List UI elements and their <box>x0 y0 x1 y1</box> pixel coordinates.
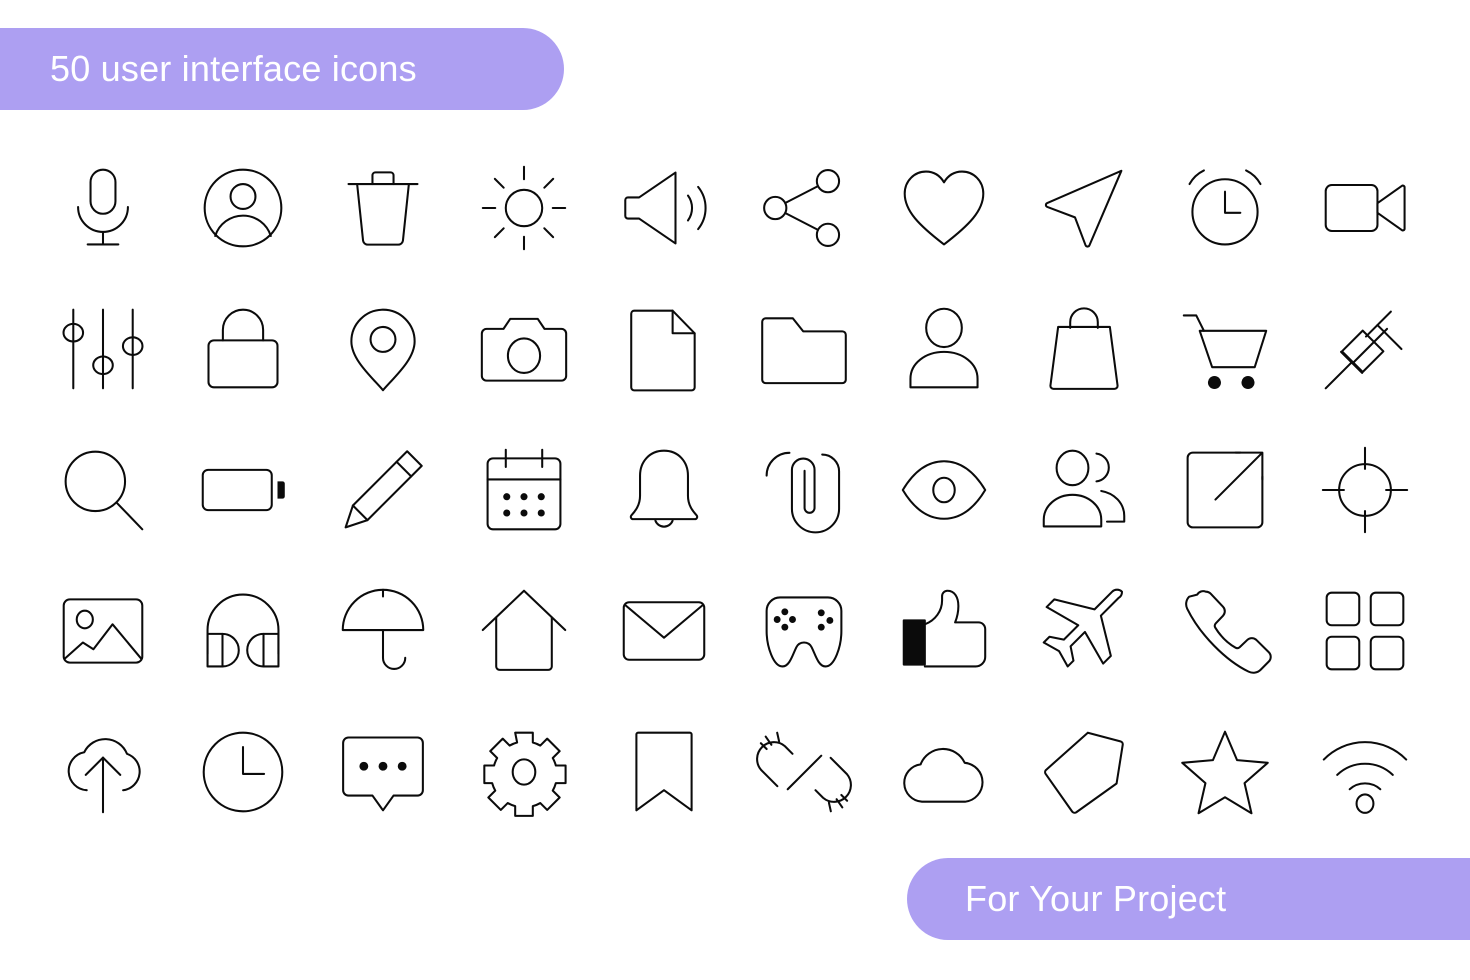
search-icon[interactable] <box>33 420 173 560</box>
headphones-icon[interactable] <box>173 561 313 701</box>
user-icon[interactable] <box>874 279 1014 419</box>
lock-icon[interactable] <box>173 279 313 419</box>
bookmark-icon[interactable] <box>594 702 734 842</box>
icon-grid <box>33 137 1437 842</box>
map-pin-icon[interactable] <box>313 279 453 419</box>
send-icon[interactable] <box>1014 138 1154 278</box>
tag-icon[interactable] <box>1014 702 1154 842</box>
star-icon[interactable] <box>1155 702 1295 842</box>
user-circle-icon[interactable] <box>173 138 313 278</box>
users-group-icon[interactable] <box>1014 420 1154 560</box>
chat-bubble-icon[interactable] <box>313 702 453 842</box>
header-banner-label: 50 user interface icons <box>50 48 417 89</box>
footer-banner: For Your Project <box>907 858 1470 940</box>
heart-icon[interactable] <box>874 138 1014 278</box>
cloud-upload-icon[interactable] <box>33 702 173 842</box>
phone-icon[interactable] <box>1155 561 1295 701</box>
file-icon[interactable] <box>594 279 734 419</box>
header-banner: 50 user interface icons <box>0 28 564 110</box>
eye-icon[interactable] <box>874 420 1014 560</box>
video-camera-icon[interactable] <box>1295 138 1435 278</box>
home-icon[interactable] <box>454 561 594 701</box>
clock-icon[interactable] <box>173 702 313 842</box>
calendar-icon[interactable] <box>454 420 594 560</box>
wifi-icon[interactable] <box>1295 702 1435 842</box>
share-icon[interactable] <box>734 138 874 278</box>
gear-icon[interactable] <box>454 702 594 842</box>
thumbs-up-icon[interactable] <box>874 561 1014 701</box>
sun-brightness-icon[interactable] <box>454 138 594 278</box>
camera-icon[interactable] <box>454 279 594 419</box>
external-link-icon[interactable] <box>1155 420 1295 560</box>
gamepad-icon[interactable] <box>734 561 874 701</box>
pencil-icon[interactable] <box>313 420 453 560</box>
bell-icon[interactable] <box>594 420 734 560</box>
target-icon[interactable] <box>1295 420 1435 560</box>
folder-icon[interactable] <box>734 279 874 419</box>
alarm-clock-icon[interactable] <box>1155 138 1295 278</box>
umbrella-icon[interactable] <box>313 561 453 701</box>
grid-apps-icon[interactable] <box>1295 561 1435 701</box>
image-icon[interactable] <box>33 561 173 701</box>
paperclip-icon[interactable] <box>734 420 874 560</box>
mail-icon[interactable] <box>594 561 734 701</box>
footer-banner-label: For Your Project <box>965 878 1227 919</box>
broken-link-icon[interactable] <box>734 702 874 842</box>
trash-icon[interactable] <box>313 138 453 278</box>
airplane-icon[interactable] <box>1014 561 1154 701</box>
shopping-cart-icon[interactable] <box>1155 279 1295 419</box>
shopping-bag-icon[interactable] <box>1014 279 1154 419</box>
cloud-icon[interactable] <box>874 702 1014 842</box>
sliders-icon[interactable] <box>33 279 173 419</box>
microphone-icon[interactable] <box>33 138 173 278</box>
volume-icon[interactable] <box>594 138 734 278</box>
battery-icon[interactable] <box>173 420 313 560</box>
pushpin-icon[interactable] <box>1295 279 1435 419</box>
